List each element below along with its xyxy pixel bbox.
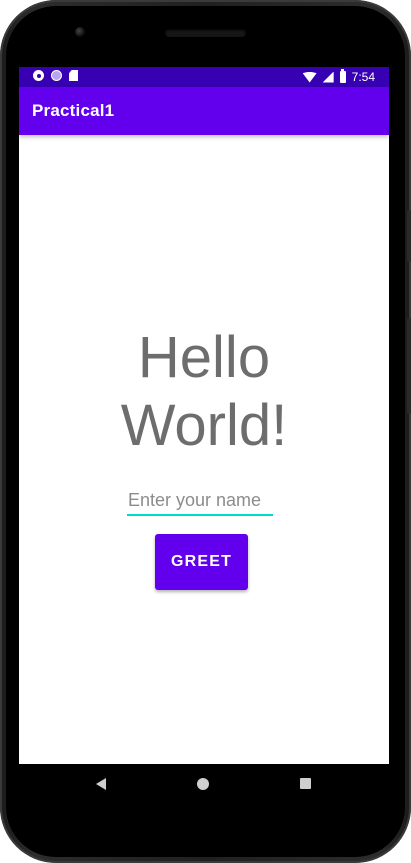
greet-button[interactable]: GREET	[155, 534, 248, 590]
recents-icon[interactable]	[300, 778, 311, 789]
power-button	[407, 318, 411, 414]
name-input[interactable]	[127, 488, 273, 516]
earpiece-speaker	[165, 29, 246, 37]
signal-icon	[322, 71, 334, 83]
front-camera	[75, 27, 85, 37]
volume-button	[407, 210, 411, 262]
app-title: Practical1	[32, 101, 115, 120]
circle-icon	[51, 70, 62, 81]
device-frame: 7:54 Practical1 Hello World! GREET	[0, 0, 411, 863]
battery-icon	[339, 69, 346, 83]
hello-text: Hello World!	[19, 324, 389, 460]
device-screen: 7:54 Practical1 Hello World! GREET	[19, 67, 389, 764]
sd-card-icon	[69, 70, 78, 81]
navigation-bar	[19, 764, 389, 804]
app-bar: Practical1	[19, 87, 389, 135]
hello-line-2: World!	[120, 393, 288, 458]
status-bar: 7:54	[19, 67, 389, 87]
back-icon[interactable]	[96, 778, 106, 790]
home-icon[interactable]	[197, 778, 209, 790]
hello-line-1: Hello	[137, 325, 271, 390]
status-time: 7:54	[351, 70, 375, 84]
wifi-icon	[302, 71, 317, 83]
main-content: Hello World! GREET	[19, 135, 389, 764]
settings-icon	[33, 70, 44, 81]
